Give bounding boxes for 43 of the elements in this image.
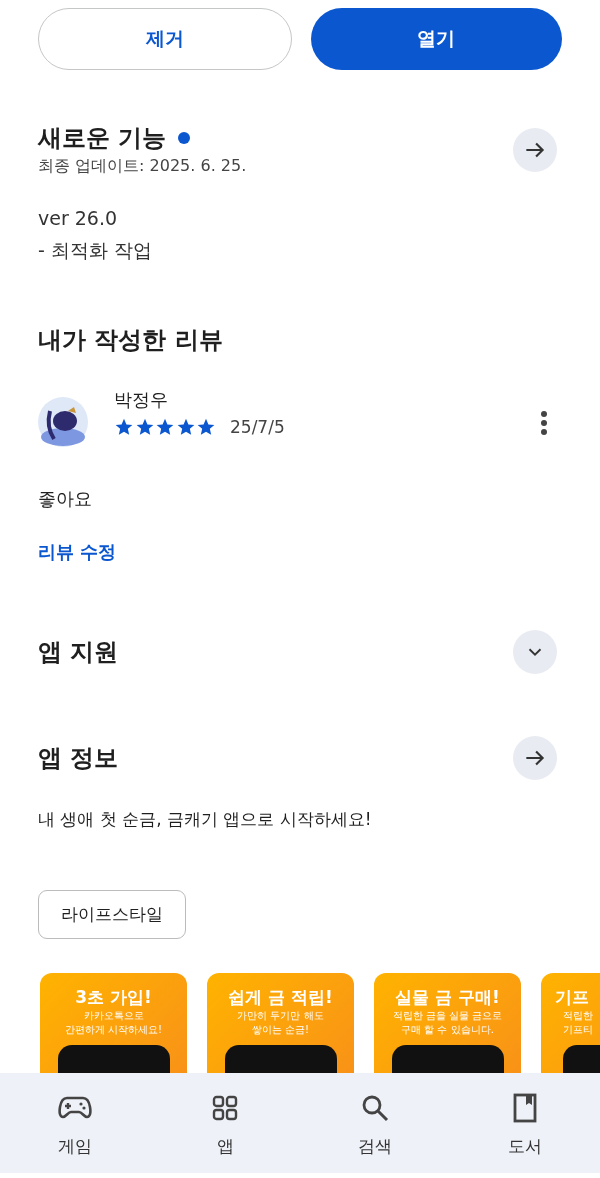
apps-grid-icon bbox=[212, 1093, 238, 1123]
screenshot-title: 쉽게 금 적립! bbox=[228, 986, 333, 1009]
category-chip[interactable]: 라이프스타일 bbox=[38, 890, 186, 939]
screenshot-caption: 카카오톡으로 bbox=[83, 1009, 144, 1023]
nav-tab[interactable]: 게임 bbox=[0, 1073, 150, 1173]
book-icon bbox=[513, 1093, 537, 1123]
app-description: 내 생애 첫 순금, 금캐기 앱으로 시작하세요! bbox=[38, 808, 373, 831]
screenshot-title: 실물 금 구매! bbox=[395, 986, 500, 1009]
review-date: 25/7/5 bbox=[230, 416, 285, 438]
more-options-icon[interactable] bbox=[540, 410, 548, 436]
uninstall-button[interactable]: 제거 bbox=[38, 8, 292, 70]
edit-review-link[interactable]: 리뷰 수정 bbox=[38, 538, 117, 566]
screenshot-caption: 구매 할 수 있습니다. bbox=[401, 1023, 494, 1037]
avatar bbox=[38, 397, 88, 447]
arrow-button[interactable] bbox=[513, 736, 557, 780]
review-text: 좋아요 bbox=[38, 487, 93, 511]
screenshot-caption: 가만히 두기만 해도 bbox=[237, 1009, 324, 1023]
release-note: ver 26.0 bbox=[38, 206, 119, 231]
screenshot-caption: 기프티 bbox=[563, 1023, 593, 1037]
nav-tab[interactable]: 앱 bbox=[150, 1073, 300, 1173]
screenshot-title: 3초 가입! bbox=[75, 986, 152, 1009]
star-icon bbox=[155, 417, 175, 437]
star-icon bbox=[175, 417, 196, 437]
star-icon bbox=[114, 417, 134, 437]
release-note: - 최적화 작업 bbox=[38, 238, 153, 263]
section-title: 앱 지원 bbox=[38, 637, 119, 668]
screenshot-caption: 적립한 bbox=[563, 1009, 593, 1023]
screenshot-caption: 간편하게 시작하세요! bbox=[64, 1023, 163, 1037]
screenshot-caption: 적립한 금을 실물 금으로 bbox=[392, 1009, 503, 1023]
section-title: 앱 정보 bbox=[38, 743, 119, 774]
star-icon bbox=[196, 417, 216, 437]
arrow-button[interactable] bbox=[513, 128, 557, 172]
search-icon bbox=[360, 1093, 390, 1123]
open-button[interactable]: 열기 bbox=[310, 8, 562, 70]
nav-tab[interactable]: 검색 bbox=[300, 1073, 450, 1173]
screenshot-caption: 쌓이는 순금! bbox=[251, 1023, 310, 1037]
section-title: 새로운 기능 bbox=[38, 123, 167, 154]
nav-tab[interactable]: 도서 bbox=[450, 1073, 600, 1173]
update-date: 최종 업데이트: 2025. 6. 25. bbox=[38, 155, 247, 177]
screenshot-title: 기프 bbox=[555, 986, 589, 1009]
reviewer-name: 박정우 bbox=[114, 388, 168, 412]
section-title: 내가 작성한 리뷰 bbox=[38, 325, 224, 356]
star-icon bbox=[134, 417, 155, 437]
